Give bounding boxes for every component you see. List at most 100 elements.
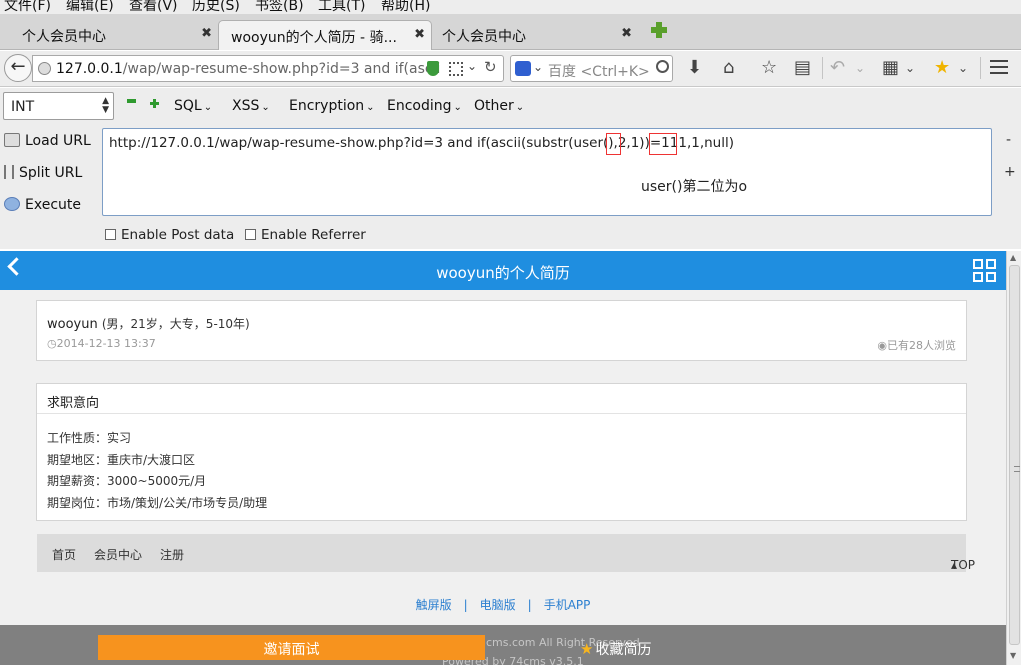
star-icon: ★ (580, 640, 594, 658)
download-arrow-icon[interactable]: ⬇ (687, 56, 702, 80)
checkbox-box[interactable] (105, 229, 116, 240)
resume-date: ◷2014-12-13 13:37 (47, 337, 156, 350)
close-icon[interactable]: ✖ (414, 27, 425, 42)
scrollbar-thumb[interactable] (1009, 265, 1020, 645)
resume-meta: (男，21岁，大专，5-10年) (101, 317, 250, 331)
grid-menu-icon[interactable] (973, 259, 997, 283)
menu-encryption[interactable]: Encryption ⌄ (289, 98, 375, 114)
url-bar[interactable]: 127.0.0.1/wap/wap-resume-show.php?id=3 a… (32, 55, 504, 82)
chevron-down-icon[interactable]: ⌄ (533, 60, 543, 74)
link-pc-version[interactable]: 电脑版 (480, 598, 516, 612)
bottom-action-bar: cms.com All Right Reserved Powered by 74… (0, 625, 1006, 665)
menu-encoding[interactable]: Encoding ⌄ (387, 98, 462, 114)
execute-button[interactable]: Execute (4, 197, 81, 213)
qr-code-icon[interactable] (449, 62, 463, 76)
menu-view[interactable]: 查看(V) (129, 0, 178, 14)
back-arrow-icon[interactable]: ← (4, 54, 32, 82)
addon-star-icon[interactable]: ★ (934, 56, 950, 80)
chevron-down-icon: ⌄ (366, 102, 375, 113)
footer-link-home[interactable]: 首页 (52, 546, 76, 563)
load-url-icon (4, 133, 20, 147)
execute-label: Execute (25, 197, 81, 213)
menu-sql[interactable]: SQL ⌄ (174, 98, 212, 114)
resume-name-line: wooyun (男，21岁，大专，5-10年) (47, 315, 250, 332)
query-prefix: http://127.0.0.1/wap/wap-resume-show.php… (109, 135, 618, 151)
annotation-note: user()第二位为o (641, 179, 748, 195)
menu-file[interactable]: 文件(F) (4, 0, 51, 14)
tab-member-center-2[interactable]: 个人会员中心 ✖ (432, 20, 638, 50)
menu-other[interactable]: Other ⌄ (474, 98, 524, 114)
search-bar[interactable]: ⌄ 百度 <Ctrl+K> (510, 55, 673, 82)
new-tab-plus-icon[interactable] (650, 21, 668, 39)
vertical-scrollbar[interactable]: ▲ ▼ (1006, 251, 1021, 665)
page-content: wooyun (男，21岁，大专，5-10年) ◷2014-12-13 13:3… (0, 290, 1006, 665)
highlight-position-box (606, 133, 621, 155)
search-icon[interactable] (656, 60, 669, 73)
spinner-arrows-icon: ▲ ▼ (102, 96, 109, 115)
bookmark-star-icon[interactable]: ☆ (761, 56, 777, 80)
tab-resume[interactable]: wooyun的个人简历 - 骑... ✖ (218, 20, 432, 50)
chevron-down-icon[interactable]: ⌄ (855, 56, 865, 80)
hackbar-url-textarea[interactable]: http://127.0.0.1/wap/wap-resume-show.php… (102, 128, 992, 216)
url-text: 127.0.0.1/wap/wap-resume-show.php?id=3 a… (56, 61, 440, 77)
footer-link-register[interactable]: 注册 (160, 546, 184, 563)
tab-member-center-1[interactable]: 个人会员中心 ✖ (2, 20, 218, 50)
menu-bookmarks[interactable]: 书签(B) (255, 0, 304, 14)
footer-link-member-center[interactable]: 会员中心 (94, 546, 142, 563)
scroll-down-icon[interactable]: ▼ (1010, 651, 1016, 660)
tab-label: 个人会员中心 (442, 29, 526, 45)
close-icon[interactable]: ✖ (201, 26, 212, 41)
scroll-up-icon[interactable]: ▲ (1010, 253, 1016, 262)
highlight-value-box (649, 133, 677, 155)
link-touch-version[interactable]: 触屏版 (416, 598, 452, 612)
reading-list-icon[interactable]: ▤ (794, 56, 811, 80)
chevron-down-icon[interactable]: ⌄ (958, 56, 968, 80)
undo-icon[interactable]: ↶ (830, 56, 845, 80)
type-select[interactable]: INT ▲ ▼ (3, 92, 114, 120)
link-mobile-app[interactable]: 手机APP (544, 598, 591, 612)
checkbox-box[interactable] (245, 229, 256, 240)
footer-nav: 首页 会员中心 注册 ▴ TOP (37, 534, 975, 572)
close-icon[interactable]: ✖ (621, 26, 632, 41)
expand-button[interactable]: + (1004, 164, 1016, 180)
baidu-paw-icon (515, 61, 531, 76)
enable-referrer-checkbox[interactable]: Enable Referrer (245, 227, 366, 243)
chevron-down-icon[interactable]: ⌄ (467, 59, 477, 73)
url-path: /wap/wap-resume-show.php?id=3 and if(asc… (122, 61, 441, 77)
menu-hamburger-icon[interactable] (990, 60, 1008, 74)
chevron-down-icon[interactable]: ⌄ (905, 56, 915, 80)
increase-icon[interactable] (150, 99, 159, 108)
shield-icon[interactable] (427, 61, 439, 76)
job-intention-card: 求职意向 工作性质：实习 期望地区：重庆市/大渡口区 期望薪资：3000~500… (36, 383, 967, 521)
favorite-resume-button[interactable]: ★ 收藏简历 (580, 639, 651, 659)
intention-row: 工作性质：实习 (47, 431, 132, 445)
resume-date-text: 2014-12-13 13:37 (56, 337, 156, 350)
menu-help[interactable]: 帮助(H) (381, 0, 430, 14)
invite-interview-button[interactable]: 邀请面试 (98, 635, 485, 660)
decrease-icon[interactable] (127, 99, 136, 103)
search-input[interactable]: 百度 <Ctrl+K> (548, 61, 650, 81)
intention-row: 期望地区：重庆市/大渡口区 (47, 453, 196, 467)
reload-icon[interactable]: ↻ (484, 58, 497, 76)
section-title: 求职意向 (37, 384, 966, 414)
load-url-label: Load URL (25, 133, 91, 149)
crop-icon[interactable]: ▦ (882, 56, 899, 80)
split-url-button[interactable]: Split URL (4, 165, 82, 181)
menu-edit[interactable]: 编辑(E) (66, 0, 114, 14)
menu-history[interactable]: 历史(S) (192, 0, 240, 14)
menu-xss[interactable]: XSS ⌄ (232, 98, 270, 114)
load-url-button[interactable]: Load URL (4, 133, 91, 149)
enable-post-checkbox[interactable]: Enable Post data (105, 227, 234, 243)
page-title: wooyun的个人简历 (436, 264, 570, 282)
eye-icon: ◉ (877, 339, 887, 352)
intention-row: 期望薪资：3000~5000元/月 (47, 474, 207, 488)
menu-tools[interactable]: 工具(T) (318, 0, 365, 14)
hackbar-panel: INT ▲ ▼ SQL ⌄ XSS ⌄ Encryption ⌄ Encoding ⌄ O… (0, 88, 1021, 249)
link-separator: | (463, 598, 468, 612)
enable-referrer-label: Enable Referrer (261, 227, 366, 243)
menu-encoding-label: Encoding (387, 98, 452, 114)
tab-label: wooyun的个人简历 - 骑... (231, 30, 397, 46)
url-host: 127.0.0.1 (56, 61, 123, 77)
home-icon[interactable]: ⌂ (723, 56, 734, 80)
shrink-button[interactable]: - (1006, 132, 1011, 148)
